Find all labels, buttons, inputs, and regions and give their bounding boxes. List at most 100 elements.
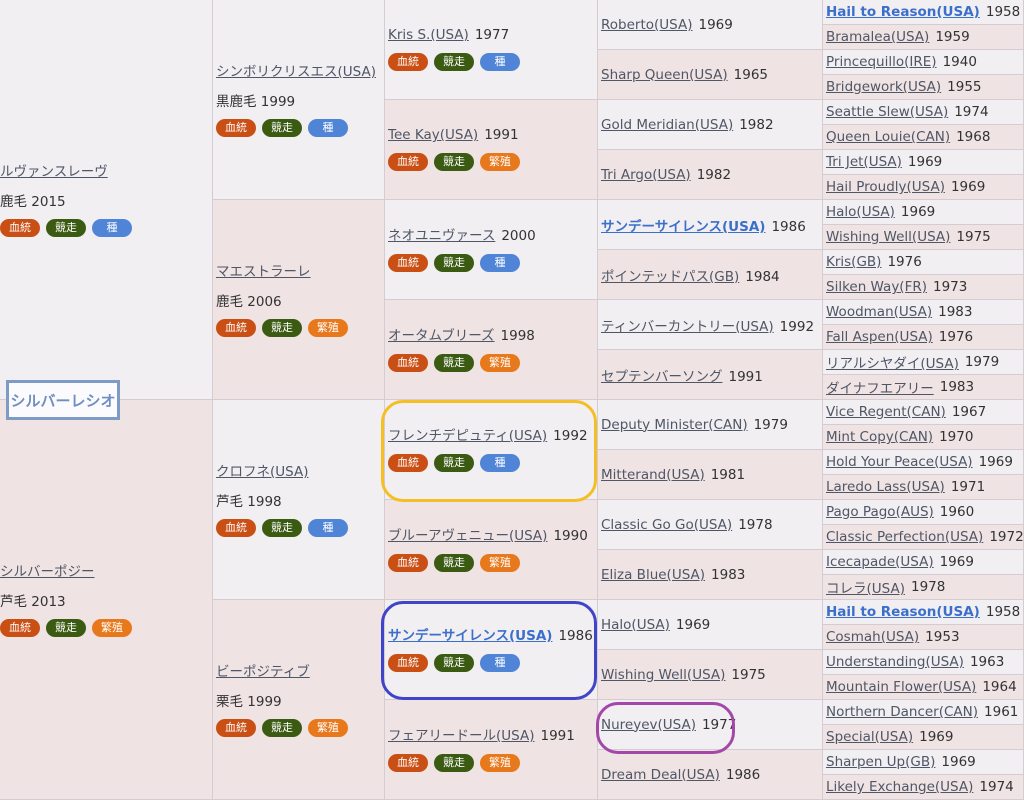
horse-name-link[interactable]: Pago Pago(AUS) (826, 504, 934, 520)
tag-badge-green[interactable]: 競走 (262, 719, 302, 737)
horse-name-link[interactable]: Hail Proudly(USA) (826, 179, 945, 195)
horse-name-link[interactable]: Gold Meridian(USA) (601, 117, 733, 133)
tag-badge-green[interactable]: 競走 (434, 554, 474, 572)
tag-badge-green[interactable]: 競走 (434, 254, 474, 272)
tag-badge-red[interactable]: 血統 (388, 354, 428, 372)
tag-badge-blue[interactable]: 種 (480, 254, 520, 272)
tag-badge-orange[interactable]: 繁殖 (480, 153, 520, 171)
tag-badge-blue[interactable]: 種 (92, 219, 132, 237)
tag-badge-red[interactable]: 血統 (216, 119, 256, 137)
horse-name-link[interactable]: フレンチデピュティ(USA) (388, 428, 547, 444)
horse-name-link[interactable]: Special(USA) (826, 729, 913, 745)
horse-name-link[interactable]: Silken Way(FR) (826, 279, 927, 295)
tag-badge-blue[interactable]: 種 (480, 654, 520, 672)
horse-name-link[interactable]: リアルシヤダイ(USA) (826, 352, 959, 372)
horse-name-link[interactable]: Mountain Flower(USA) (826, 679, 976, 695)
horse-name-link[interactable]: Classic Go Go(USA) (601, 517, 732, 533)
horse-name-link[interactable]: シルバーポジー (0, 564, 95, 580)
horse-name-link[interactable]: Vice Regent(CAN) (826, 404, 946, 420)
horse-name-link[interactable]: Icecapade(USA) (826, 554, 934, 570)
horse-name-link[interactable]: ティンバーカントリー(USA) (601, 315, 774, 335)
horse-name-link[interactable]: Kris(GB) (826, 254, 881, 270)
horse-name-link[interactable]: Bridgework(USA) (826, 79, 941, 95)
tag-badge-green[interactable]: 競走 (46, 619, 86, 637)
horse-name-link[interactable]: Bramalea(USA) (826, 29, 929, 45)
tag-badge-green[interactable]: 競走 (434, 354, 474, 372)
tag-badge-red[interactable]: 血統 (388, 654, 428, 672)
tag-badge-green[interactable]: 競走 (262, 519, 302, 537)
horse-name-link[interactable]: Deputy Minister(CAN) (601, 417, 748, 433)
tag-badge-orange[interactable]: 繁殖 (480, 354, 520, 372)
tag-badge-orange[interactable]: 繁殖 (308, 319, 348, 337)
tag-badge-orange[interactable]: 繁殖 (308, 719, 348, 737)
horse-name-link[interactable]: Nureyev(USA) (601, 717, 696, 733)
tag-badge-orange[interactable]: 繁殖 (480, 554, 520, 572)
horse-name-link[interactable]: ブルーアヴェニュー(USA) (388, 528, 547, 544)
horse-name-link[interactable]: Fall Aspen(USA) (826, 329, 933, 345)
tag-badge-blue[interactable]: 種 (480, 53, 520, 71)
horse-name-link[interactable]: Tri Argo(USA) (601, 167, 691, 183)
horse-name-link[interactable]: サンデーサイレンス(USA) (601, 215, 765, 235)
horse-name-link[interactable]: Eliza Blue(USA) (601, 567, 705, 583)
tag-badge-red[interactable]: 血統 (216, 519, 256, 537)
horse-name-link[interactable]: フェアリードール(USA) (388, 728, 534, 744)
horse-name-link[interactable]: Hold Your Peace(USA) (826, 454, 973, 470)
tag-badge-orange[interactable]: 繁殖 (92, 619, 132, 637)
tag-badge-blue[interactable]: 種 (480, 454, 520, 472)
horse-name-link[interactable]: Understanding(USA) (826, 654, 964, 670)
tag-badge-blue[interactable]: 種 (308, 519, 348, 537)
horse-name-link[interactable]: ポインテッドパス(GB) (601, 265, 739, 285)
horse-name-link[interactable]: Roberto(USA) (601, 17, 692, 33)
horse-name-link[interactable]: コレラ(USA) (826, 577, 905, 597)
tag-badge-red[interactable]: 血統 (388, 254, 428, 272)
horse-name-link[interactable]: Halo(USA) (601, 617, 670, 633)
horse-name-link[interactable]: オータムブリーズ (388, 328, 495, 344)
horse-name-link[interactable]: シンボリクリスエス(USA) (216, 64, 376, 80)
horse-name-link[interactable]: ダイナフエアリー (826, 377, 934, 397)
horse-name-link[interactable]: Woodman(USA) (826, 304, 932, 320)
tag-badge-blue[interactable]: 種 (308, 119, 348, 137)
tag-badge-green[interactable]: 競走 (434, 654, 474, 672)
tag-badge-green[interactable]: 競走 (46, 219, 86, 237)
tag-badge-green[interactable]: 競走 (262, 119, 302, 137)
horse-name-link[interactable]: Kris S.(USA) (388, 27, 469, 43)
horse-name-link[interactable]: Hail to Reason(USA) (826, 4, 980, 20)
horse-name-link[interactable]: マエストラーレ (216, 264, 311, 280)
tag-badge-red[interactable]: 血統 (388, 153, 428, 171)
horse-name-link[interactable]: Mitterand(USA) (601, 467, 705, 483)
tag-badge-red[interactable]: 血統 (388, 554, 428, 572)
horse-name-link[interactable]: Seattle Slew(USA) (826, 104, 948, 120)
horse-name-link[interactable]: Mint Copy(CAN) (826, 429, 933, 445)
horse-name-link[interactable]: Wishing Well(USA) (826, 229, 950, 245)
tag-badge-red[interactable]: 血統 (0, 219, 40, 237)
horse-name-link[interactable]: Classic Perfection(USA) (826, 529, 983, 545)
tag-badge-green[interactable]: 競走 (434, 53, 474, 71)
horse-name-link[interactable]: Likely Exchange(USA) (826, 779, 973, 795)
tag-badge-green[interactable]: 競走 (434, 754, 474, 772)
tag-badge-red[interactable]: 血統 (216, 319, 256, 337)
horse-name-link[interactable]: Wishing Well(USA) (601, 667, 725, 683)
tag-badge-green[interactable]: 競走 (434, 153, 474, 171)
tag-badge-red[interactable]: 血統 (388, 53, 428, 71)
horse-name-link[interactable]: クロフネ(USA) (216, 464, 308, 480)
tag-badge-red[interactable]: 血統 (388, 754, 428, 772)
horse-name-link[interactable]: Tri Jet(USA) (826, 154, 902, 170)
tag-badge-red[interactable]: 血統 (388, 454, 428, 472)
horse-name-link[interactable]: サンデーサイレンス(USA) (388, 628, 552, 644)
tag-badge-green[interactable]: 競走 (434, 454, 474, 472)
horse-name-link[interactable]: Princequillo(IRE) (826, 54, 937, 70)
horse-name-link[interactable]: Sharpen Up(GB) (826, 754, 935, 770)
horse-name-link[interactable]: Hail to Reason(USA) (826, 604, 980, 620)
tag-badge-green[interactable]: 競走 (262, 319, 302, 337)
horse-name-link[interactable]: ネオユニヴァース (388, 228, 495, 244)
horse-name-link[interactable]: セプテンバーソング (601, 365, 723, 385)
tag-badge-orange[interactable]: 繁殖 (480, 754, 520, 772)
horse-name-link[interactable]: ルヴァンスレーヴ (0, 164, 108, 180)
horse-name-link[interactable]: Halo(USA) (826, 204, 895, 220)
horse-name-link[interactable]: Cosmah(USA) (826, 629, 919, 645)
horse-name-link[interactable]: Northern Dancer(CAN) (826, 704, 978, 720)
horse-name-link[interactable]: ビーポジティブ (216, 664, 310, 680)
tag-badge-red[interactable]: 血統 (216, 719, 256, 737)
horse-name-link[interactable]: Queen Louie(CAN) (826, 129, 950, 145)
horse-name-link[interactable]: Laredo Lass(USA) (826, 479, 945, 495)
